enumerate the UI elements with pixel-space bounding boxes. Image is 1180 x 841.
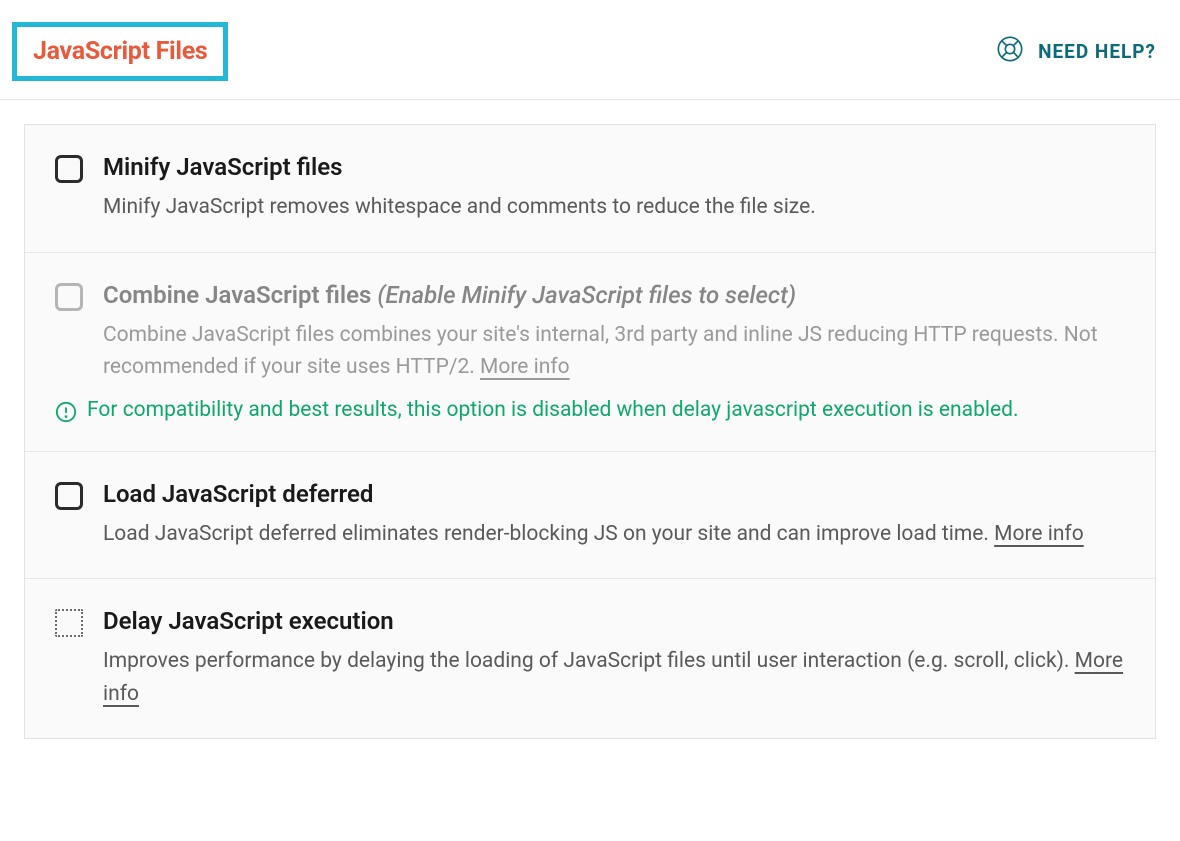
- option-body: Combine JavaScript files (Enable Minify …: [103, 281, 1125, 423]
- option-combine: Combine JavaScript files (Enable Minify …: [25, 253, 1155, 452]
- option-description: Minify JavaScript removes whitespace and…: [103, 191, 1125, 224]
- option-title: Combine JavaScript files (Enable Minify …: [103, 281, 1125, 309]
- option-title: Delay JavaScript execution: [103, 607, 1125, 635]
- checkbox-minify[interactable]: [55, 155, 83, 183]
- more-info-link[interactable]: More info: [994, 522, 1084, 546]
- need-help-link[interactable]: NEED HELP?: [996, 35, 1156, 68]
- option-desc-text: Improves performance by delaying the loa…: [103, 649, 1069, 673]
- alert-icon: [55, 401, 77, 423]
- option-desc-text: Combine JavaScript files combines your s…: [103, 323, 1098, 380]
- option-description: Combine JavaScript files combines your s…: [103, 319, 1125, 384]
- option-body: Minify JavaScript files Minify JavaScrip…: [103, 153, 1125, 224]
- option-title: Load JavaScript deferred: [103, 480, 1125, 508]
- option-hint: (Enable Minify JavaScript files to selec…: [377, 281, 796, 309]
- option-title: Minify JavaScript files: [103, 153, 1125, 181]
- option-description: Load JavaScript deferred eliminates rend…: [103, 518, 1125, 551]
- section-title: JavaScript Files: [33, 37, 207, 66]
- option-title-text: Combine JavaScript files: [103, 281, 371, 309]
- option-body: Delay JavaScript execution Improves perf…: [103, 607, 1125, 710]
- help-icon: [996, 35, 1024, 68]
- section-title-highlight: JavaScript Files: [12, 22, 228, 81]
- option-body: Load JavaScript deferred Load JavaScript…: [103, 480, 1125, 551]
- compatibility-notice: For compatibility and best results, this…: [55, 398, 1125, 423]
- more-info-link[interactable]: More info: [480, 355, 570, 379]
- checkbox-defer[interactable]: [55, 482, 83, 510]
- option-minify: Minify JavaScript files Minify JavaScrip…: [25, 125, 1155, 253]
- option-delay: Delay JavaScript execution Improves perf…: [25, 579, 1155, 738]
- option-defer: Load JavaScript deferred Load JavaScript…: [25, 452, 1155, 580]
- checkbox-delay[interactable]: [55, 609, 83, 637]
- option-description: Improves performance by delaying the loa…: [103, 645, 1125, 710]
- notice-text: For compatibility and best results, this…: [87, 398, 1019, 422]
- need-help-label: NEED HELP?: [1038, 40, 1156, 63]
- option-desc-text: Load JavaScript deferred eliminates rend…: [103, 522, 989, 546]
- javascript-options-panel: Minify JavaScript files Minify JavaScrip…: [24, 124, 1156, 739]
- section-header: JavaScript Files NEED HELP?: [0, 0, 1180, 100]
- checkbox-combine: [55, 283, 83, 311]
